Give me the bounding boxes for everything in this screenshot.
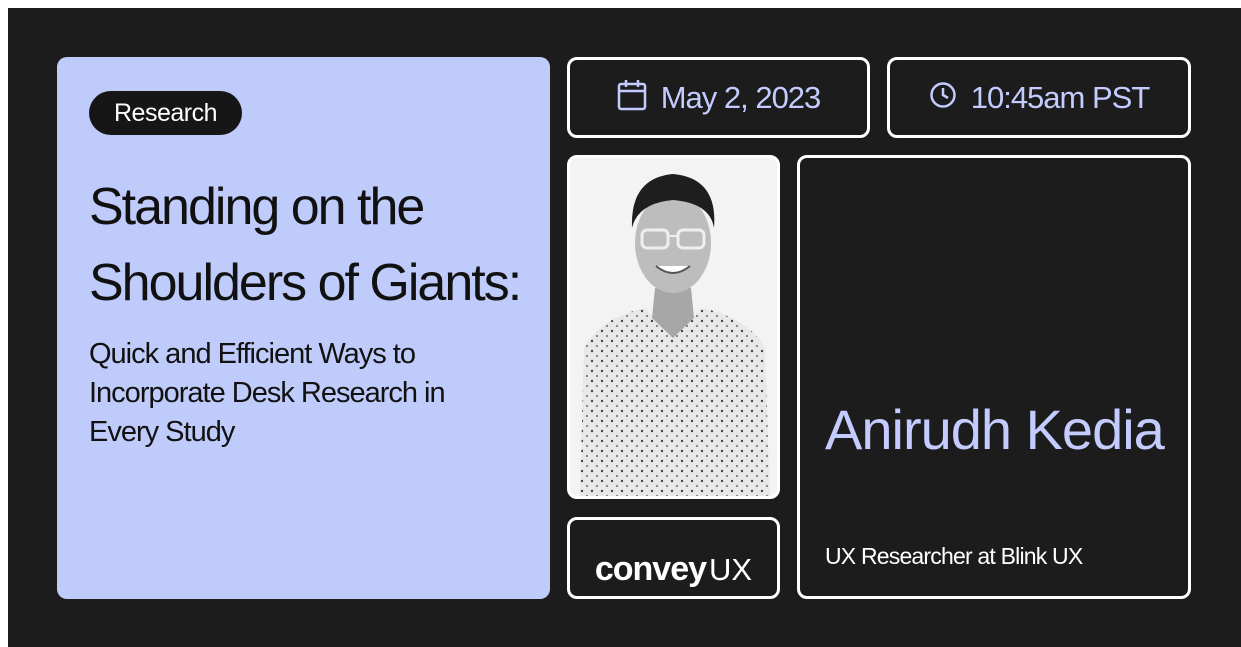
event-info-card: Research Standing on the Shoulders of Gi… bbox=[57, 57, 550, 599]
event-time: 10:45am PST bbox=[970, 79, 1151, 115]
logo-wordmark-bold: convey bbox=[594, 550, 707, 588]
event-title: Standing on the Shoulders of Giants: bbox=[89, 178, 522, 312]
event-date: May 2, 2023 bbox=[660, 79, 822, 115]
calendar-icon bbox=[617, 79, 647, 116]
event-subtitle: Quick and Efficient Ways to Incorporate … bbox=[89, 338, 446, 448]
clock-icon bbox=[929, 81, 957, 114]
speaker-name: Anirudh Kedia bbox=[825, 398, 1165, 461]
speaker-role: UX Researcher at Blink UX bbox=[825, 543, 1083, 569]
category-tag: Research bbox=[89, 91, 242, 135]
speaker-photo bbox=[567, 155, 780, 499]
convey-ux-logo: convey UX bbox=[567, 517, 780, 599]
time-box: 10:45am PST bbox=[887, 57, 1191, 138]
speaker-card: Anirudh Kedia UX Researcher at Blink UX bbox=[797, 155, 1191, 599]
logo-wordmark-light: UX bbox=[709, 552, 753, 587]
date-box: May 2, 2023 bbox=[567, 57, 870, 138]
